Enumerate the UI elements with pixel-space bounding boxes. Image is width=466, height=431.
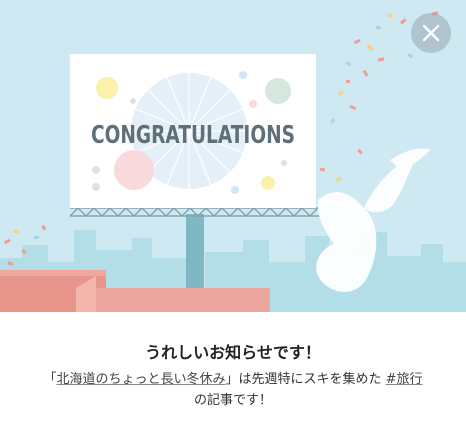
hashtag-link[interactable]: #旅行 (386, 372, 423, 387)
celebration-illustration: CONGRATULATIONS (0, 0, 466, 312)
billboard-text: CONGRATULATIONS (91, 120, 295, 149)
headline: うれしいお知らせです！ (145, 343, 321, 362)
message-suffix: の記事です！ (193, 393, 272, 408)
billboard-pole (186, 214, 204, 294)
close-button[interactable] (411, 13, 451, 53)
close-quote-text: 」は先週特にスキを集めた (225, 372, 382, 387)
message-text: 「北海道のちょっと長い冬休み」は先週特にスキを集めた #旅行の記事です！ (20, 369, 446, 411)
article-title-link[interactable]: 北海道のちょっと長い冬休み (56, 372, 225, 387)
message-area: うれしいお知らせです！ 「北海道のちょっと長い冬休み」は先週特にスキを集めた #… (0, 312, 466, 431)
notification-modal: CONGRATULATIONS うれしいお知らせです！ 「北海道のちょっと長い冬… (0, 0, 466, 431)
close-icon (422, 24, 440, 42)
open-quote: 「 (43, 372, 57, 387)
